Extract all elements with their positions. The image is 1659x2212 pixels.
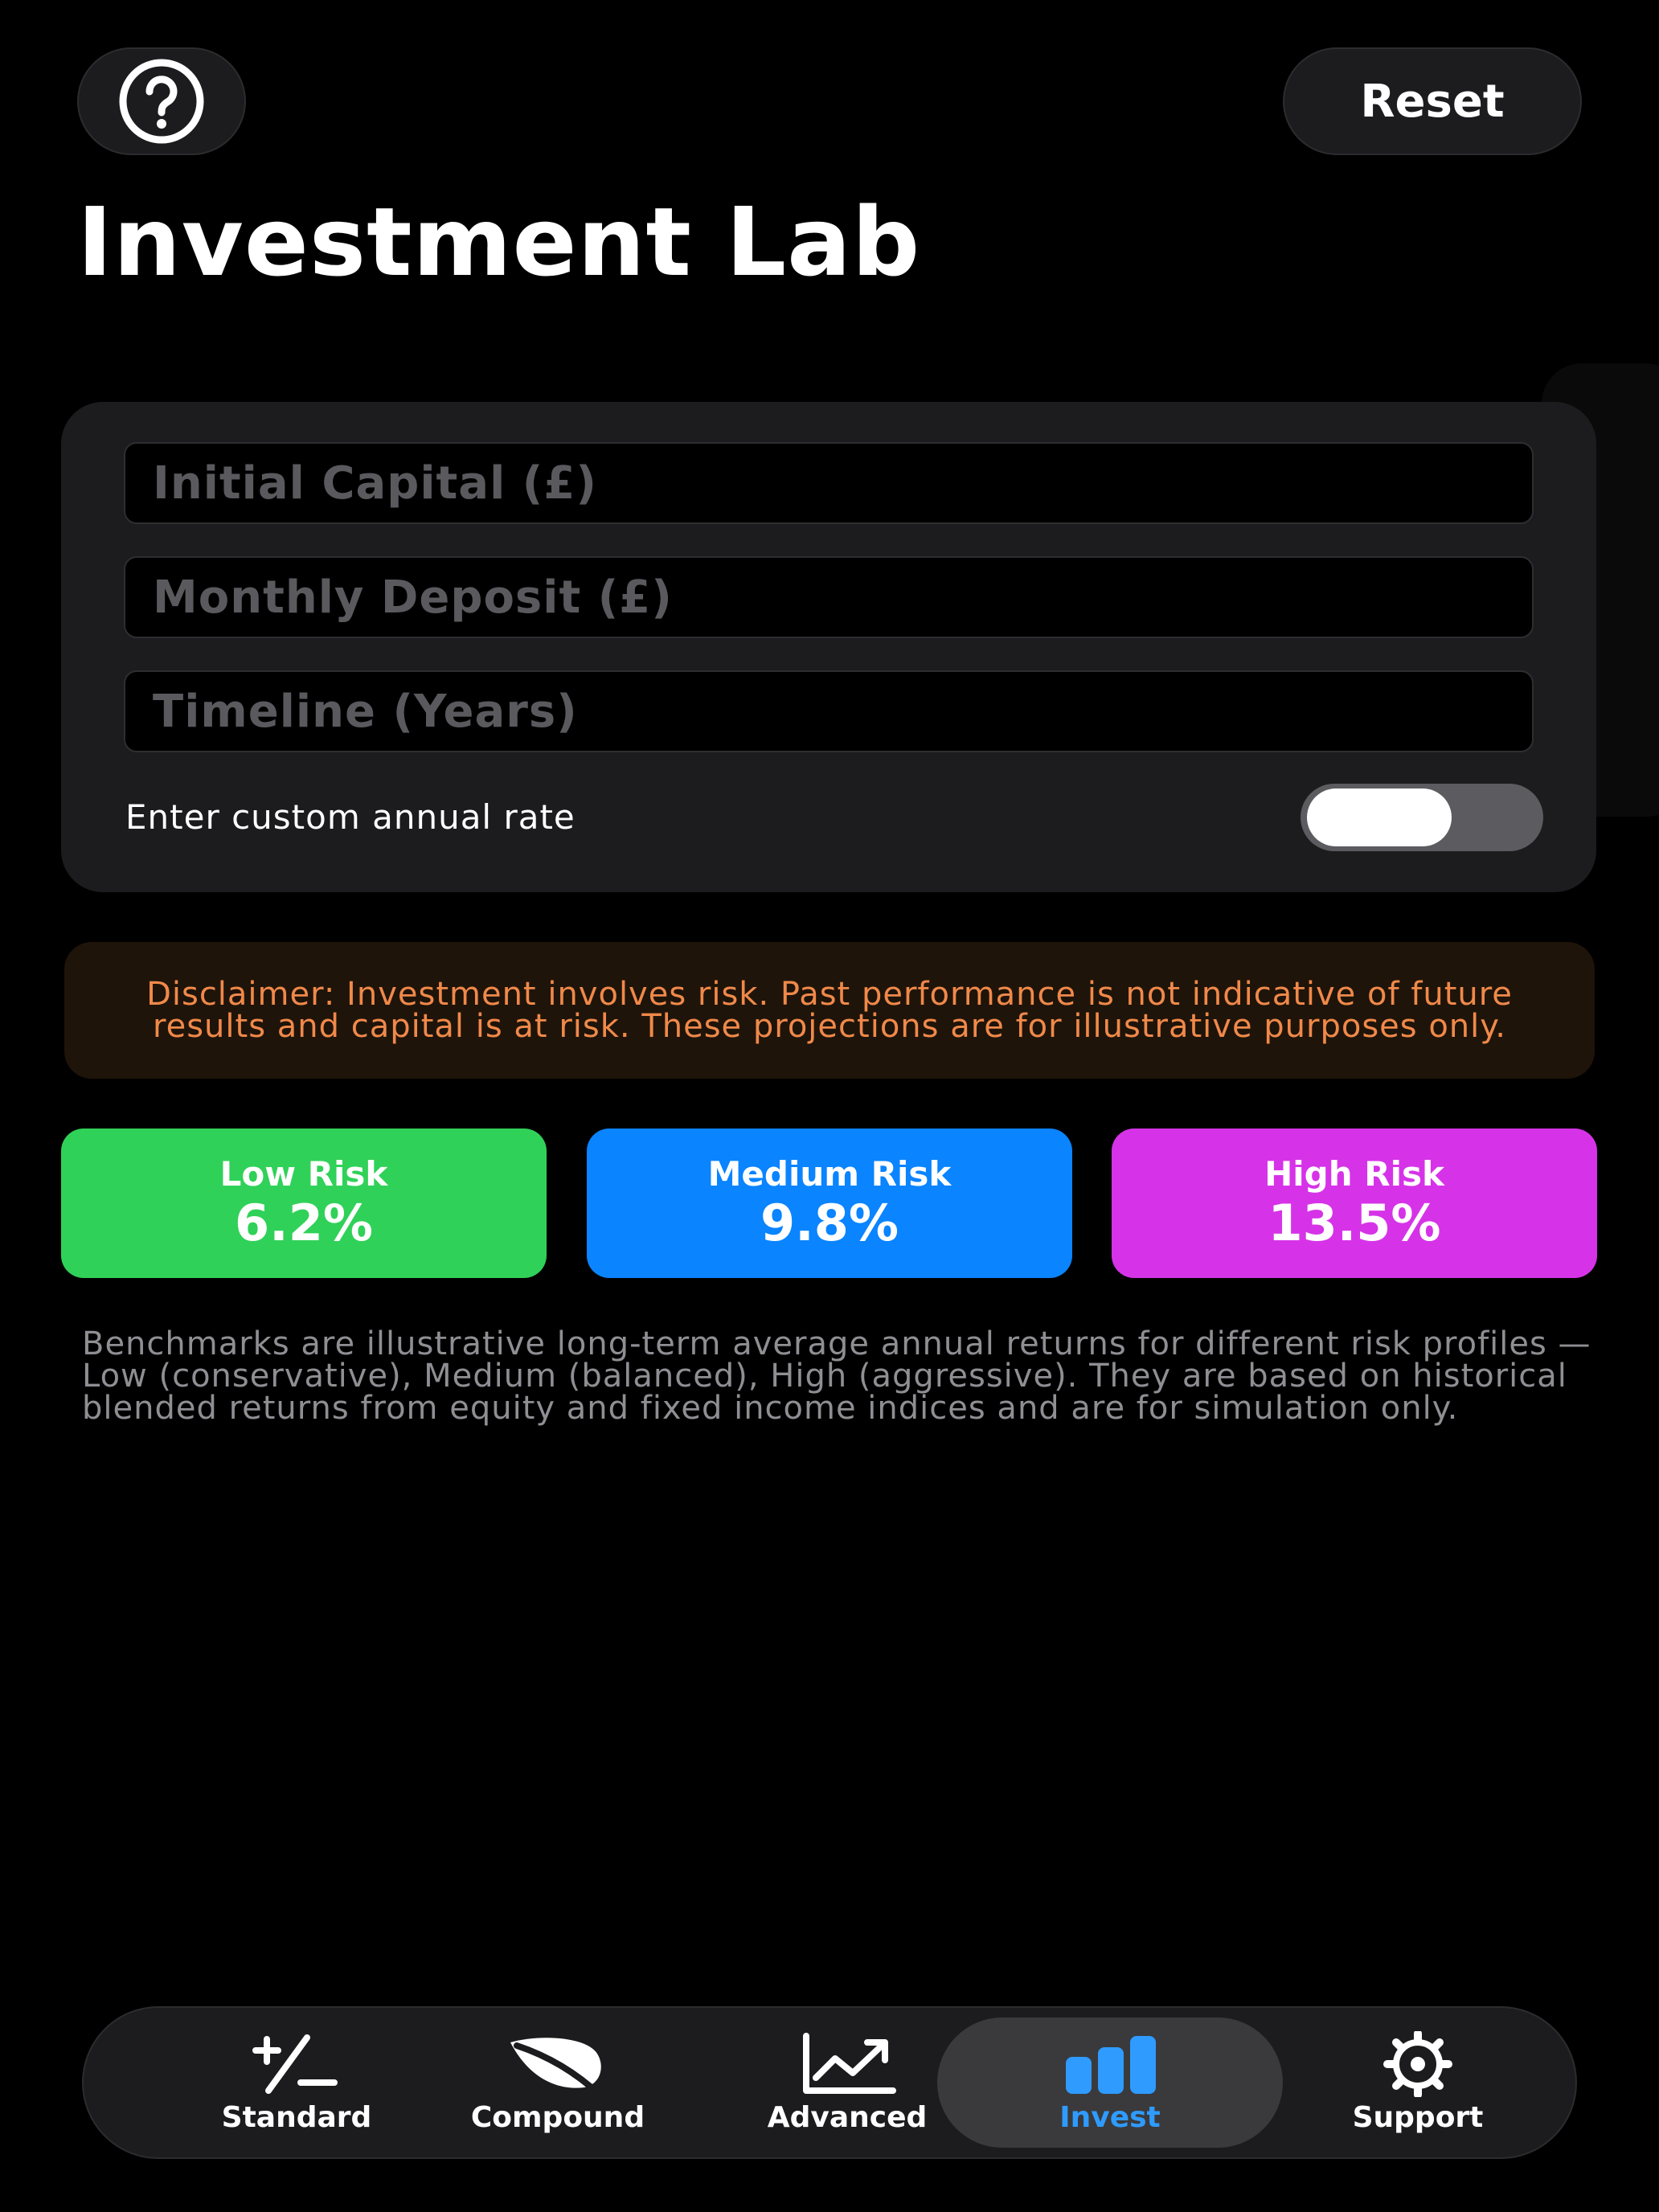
reset-button[interactable]: Reset — [1283, 47, 1582, 155]
risk-label: High Risk — [1264, 1154, 1444, 1194]
gear-icon — [1383, 2031, 1452, 2097]
timeline-input[interactable]: Timeline (Years) — [124, 670, 1534, 752]
leaf-icon — [510, 2038, 604, 2097]
question-circle-icon — [119, 59, 204, 144]
tab-compound[interactable]: Compound — [421, 2008, 694, 2157]
tab-advanced[interactable]: Advanced — [727, 2008, 968, 2157]
input-card: Initial Capital (£) Monthly Deposit (£) … — [61, 402, 1596, 892]
initial-capital-input[interactable]: Initial Capital (£) — [124, 442, 1534, 524]
tab-label: Support — [1352, 2101, 1484, 2134]
page-title: Investment Lab — [77, 186, 921, 297]
custom-rate-label: Enter custom annual rate — [125, 797, 576, 837]
tab-label: Advanced — [767, 2101, 928, 2134]
disclaimer-text: Disclaimer: Investment involves risk. Pa… — [146, 976, 1513, 1045]
risk-rate: 6.2% — [235, 1194, 373, 1252]
tab-label: Compound — [470, 2101, 645, 2134]
risk-label: Low Risk — [219, 1154, 388, 1194]
risk-rate: 13.5% — [1268, 1194, 1441, 1252]
bar-chart-icon — [1066, 2036, 1156, 2094]
tab-support[interactable]: Support — [1297, 2008, 1538, 2157]
tab-label: Standard — [221, 2101, 372, 2134]
help-button[interactable] — [77, 47, 246, 155]
plus-minus-icon — [252, 2034, 338, 2094]
medium-risk-card[interactable]: Medium Risk 9.8% — [587, 1129, 1072, 1278]
high-risk-card[interactable]: High Risk 13.5% — [1112, 1129, 1597, 1278]
line-chart-icon — [803, 2033, 896, 2094]
low-risk-card[interactable]: Low Risk 6.2% — [61, 1129, 547, 1278]
risk-rate: 9.8% — [760, 1194, 899, 1252]
disclaimer-banner: Disclaimer: Investment involves risk. Pa… — [64, 942, 1595, 1079]
monthly-deposit-input[interactable]: Monthly Deposit (£) — [124, 556, 1534, 638]
tab-standard[interactable]: Standard — [188, 2008, 405, 2157]
custom-rate-toggle[interactable] — [1301, 784, 1543, 851]
tab-bar: Standard Compound Advanced Invest Suppor… — [82, 2006, 1577, 2159]
tab-invest[interactable]: Invest — [937, 2017, 1283, 2148]
tab-label: Invest — [1059, 2101, 1161, 2134]
benchmarks-note: Benchmarks are illustrative long-term av… — [82, 1325, 1591, 1427]
risk-label: Medium Risk — [707, 1154, 952, 1194]
toggle-knob — [1307, 789, 1452, 846]
